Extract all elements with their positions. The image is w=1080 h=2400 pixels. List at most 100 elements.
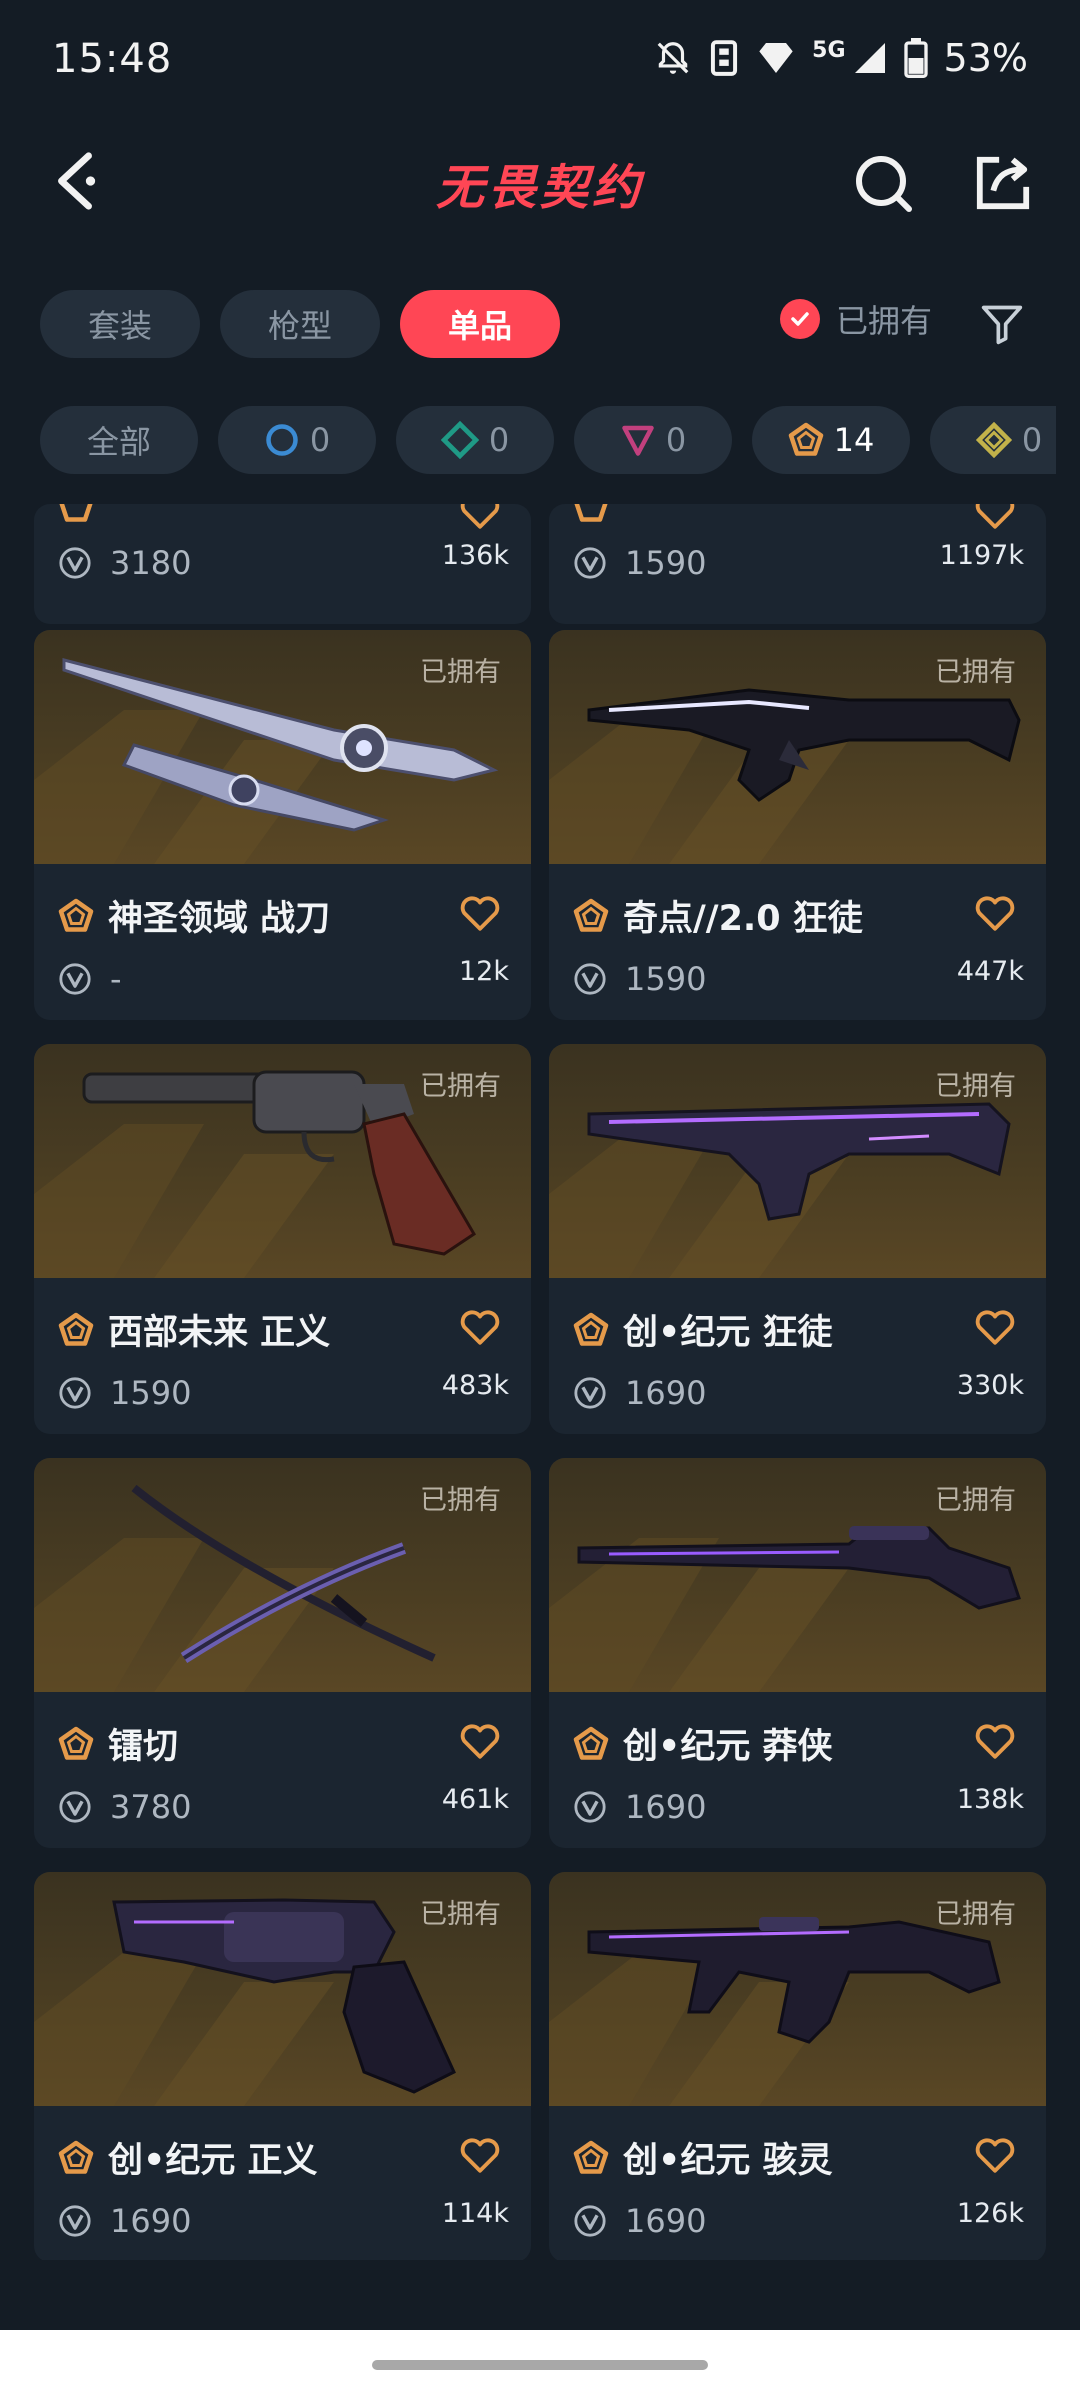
item-name: 镭切 (108, 1727, 179, 1767)
item-name: 奇点//2.0 狂徒 (623, 899, 863, 939)
page-title: 无畏契约 (435, 160, 644, 216)
item-name-row (58, 504, 108, 524)
heart-icon[interactable] (974, 1720, 1016, 1762)
status-time: 15:48 (52, 36, 173, 82)
item-price-row: 1690 (573, 1788, 706, 1826)
item-name: 创•纪元 莽侠 (623, 1727, 833, 1767)
item-name-row: 镭切 (58, 1718, 178, 1769)
battery-percent: 53% (943, 36, 1028, 80)
ultra-tier-icon (574, 504, 608, 522)
vp-currency-icon (574, 1791, 606, 1823)
item-card[interactable]: 已拥有 奇点//2.0 狂徒 1590 447k (549, 630, 1046, 1020)
chip-count: 0 (665, 421, 687, 459)
home-indicator[interactable] (372, 2360, 708, 2370)
owned-badge: 已拥有 (420, 1899, 501, 1930)
item-image: 已拥有 (549, 1872, 1046, 2106)
item-card[interactable]: 1590 1197k (549, 504, 1046, 624)
item-name-row: 奇点//2.0 狂徒 (573, 890, 863, 941)
item-price-row: 1590 (573, 544, 706, 582)
item-name-row: 创•纪元 正义 (58, 2132, 318, 2183)
exclusive-tier-icon (975, 422, 1012, 458)
tab-weapon-types[interactable]: 枪型 (220, 290, 380, 358)
ultra-tier-icon (58, 898, 94, 932)
ultra-tier-icon (58, 2140, 94, 2174)
battery-icon (903, 38, 928, 78)
share-icon (976, 156, 1030, 210)
item-image: 已拥有 (34, 1458, 531, 1692)
item-price: 1690 (625, 1374, 707, 1412)
item-card[interactable]: 已拥有 镭切 3780 461k (34, 1458, 531, 1848)
rarity-filter-chips: 全部 0 0 0 14 0 (40, 406, 1056, 474)
chip-ultra-tier[interactable]: 14 (752, 406, 910, 474)
item-name-row: 神圣领域 战刀 (58, 890, 330, 941)
item-price: 1590 (625, 960, 707, 998)
item-card[interactable]: 3180 136k (34, 504, 531, 624)
item-price: 3180 (110, 544, 192, 582)
item-price-row: 3780 (58, 1788, 191, 1826)
chip-count: 0 (309, 421, 331, 459)
item-likes: 330k (956, 1370, 1024, 1401)
item-likes: 138k (956, 1784, 1024, 1815)
ultra-tier-icon (573, 898, 609, 932)
share-button[interactable] (968, 148, 1038, 218)
item-card[interactable]: 已拥有 创•纪元 骇灵 1690 126k (549, 1872, 1046, 2260)
filter-icon (981, 305, 1023, 345)
item-price-row: 3180 (58, 544, 191, 582)
item-likes: 483k (441, 1370, 509, 1401)
owned-badge: 已拥有 (420, 1071, 501, 1102)
item-card[interactable]: 已拥有 创•纪元 正义 1690 114k (34, 1872, 531, 2260)
heart-icon[interactable] (459, 2134, 501, 2176)
item-image: 已拥有 (34, 1872, 531, 2106)
chip-premium-tier[interactable]: 0 (574, 406, 732, 474)
item-name: 神圣领域 战刀 (108, 899, 331, 939)
owned-badge: 已拥有 (935, 657, 1016, 688)
heart-icon[interactable] (974, 1306, 1016, 1348)
heart-icon[interactable] (974, 2134, 1016, 2176)
mute-notifications-icon (657, 42, 689, 74)
vp-currency-icon (59, 1791, 91, 1823)
heart-icon[interactable] (459, 1306, 501, 1348)
item-card[interactable]: 已拥有 创•纪元 狂徒 1690 330k (549, 1044, 1046, 1434)
item-likes: 1197k (939, 540, 1024, 571)
navigation-bar (0, 2330, 1080, 2400)
owned-badge: 已拥有 (935, 1071, 1016, 1102)
category-tabs: 套装 枪型 单品 (40, 290, 560, 358)
chip-deluxe-tier[interactable]: 0 (396, 406, 554, 474)
heart-icon[interactable] (459, 1720, 501, 1762)
chip-all[interactable]: 全部 (40, 406, 198, 474)
item-price-row: 1690 (573, 2202, 706, 2240)
item-grid: 3180 136k 1590 1197k 已拥有 神圣领域 战刀 - 12k 已… (34, 504, 1046, 2260)
vp-currency-icon (574, 1377, 606, 1409)
item-image: 已拥有 (34, 1044, 531, 1278)
check-icon (780, 299, 820, 339)
heart-icon[interactable] (459, 504, 501, 532)
item-name: 创•纪元 骇灵 (623, 2141, 833, 2181)
item-price: 1590 (110, 1374, 192, 1412)
chip-select-tier[interactable]: 0 (218, 406, 376, 474)
item-price: 1690 (625, 1788, 707, 1826)
owned-badge: 已拥有 (935, 1899, 1016, 1930)
tab-single-items[interactable]: 单品 (400, 290, 560, 358)
chip-exclusive-tier[interactable]: 0 (930, 406, 1056, 474)
item-price-row: 1690 (573, 1374, 706, 1412)
tab-bundles[interactable]: 套装 (40, 290, 200, 358)
item-card[interactable]: 已拥有 西部未来 正义 1590 483k (34, 1044, 531, 1434)
vp-currency-icon (574, 963, 606, 995)
app-header: 无畏契约 (0, 126, 1080, 238)
item-likes: 447k (956, 956, 1024, 987)
vp-currency-icon (59, 963, 91, 995)
heart-icon[interactable] (974, 892, 1016, 934)
owned-filter-toggle[interactable]: 已拥有 (780, 296, 932, 342)
item-price: 3780 (110, 1788, 192, 1826)
filter-button[interactable] (974, 296, 1030, 352)
vp-currency-icon (59, 1377, 91, 1409)
owned-filter-label: 已拥有 (836, 302, 933, 340)
item-name-row (573, 504, 623, 524)
ultra-tier-icon (58, 1726, 94, 1760)
item-card[interactable]: 已拥有 神圣领域 战刀 - 12k (34, 630, 531, 1020)
search-icon (856, 156, 912, 212)
heart-icon[interactable] (974, 504, 1016, 532)
item-card[interactable]: 已拥有 创•纪元 莽侠 1690 138k (549, 1458, 1046, 1848)
search-button[interactable] (848, 148, 918, 218)
heart-icon[interactable] (459, 892, 501, 934)
